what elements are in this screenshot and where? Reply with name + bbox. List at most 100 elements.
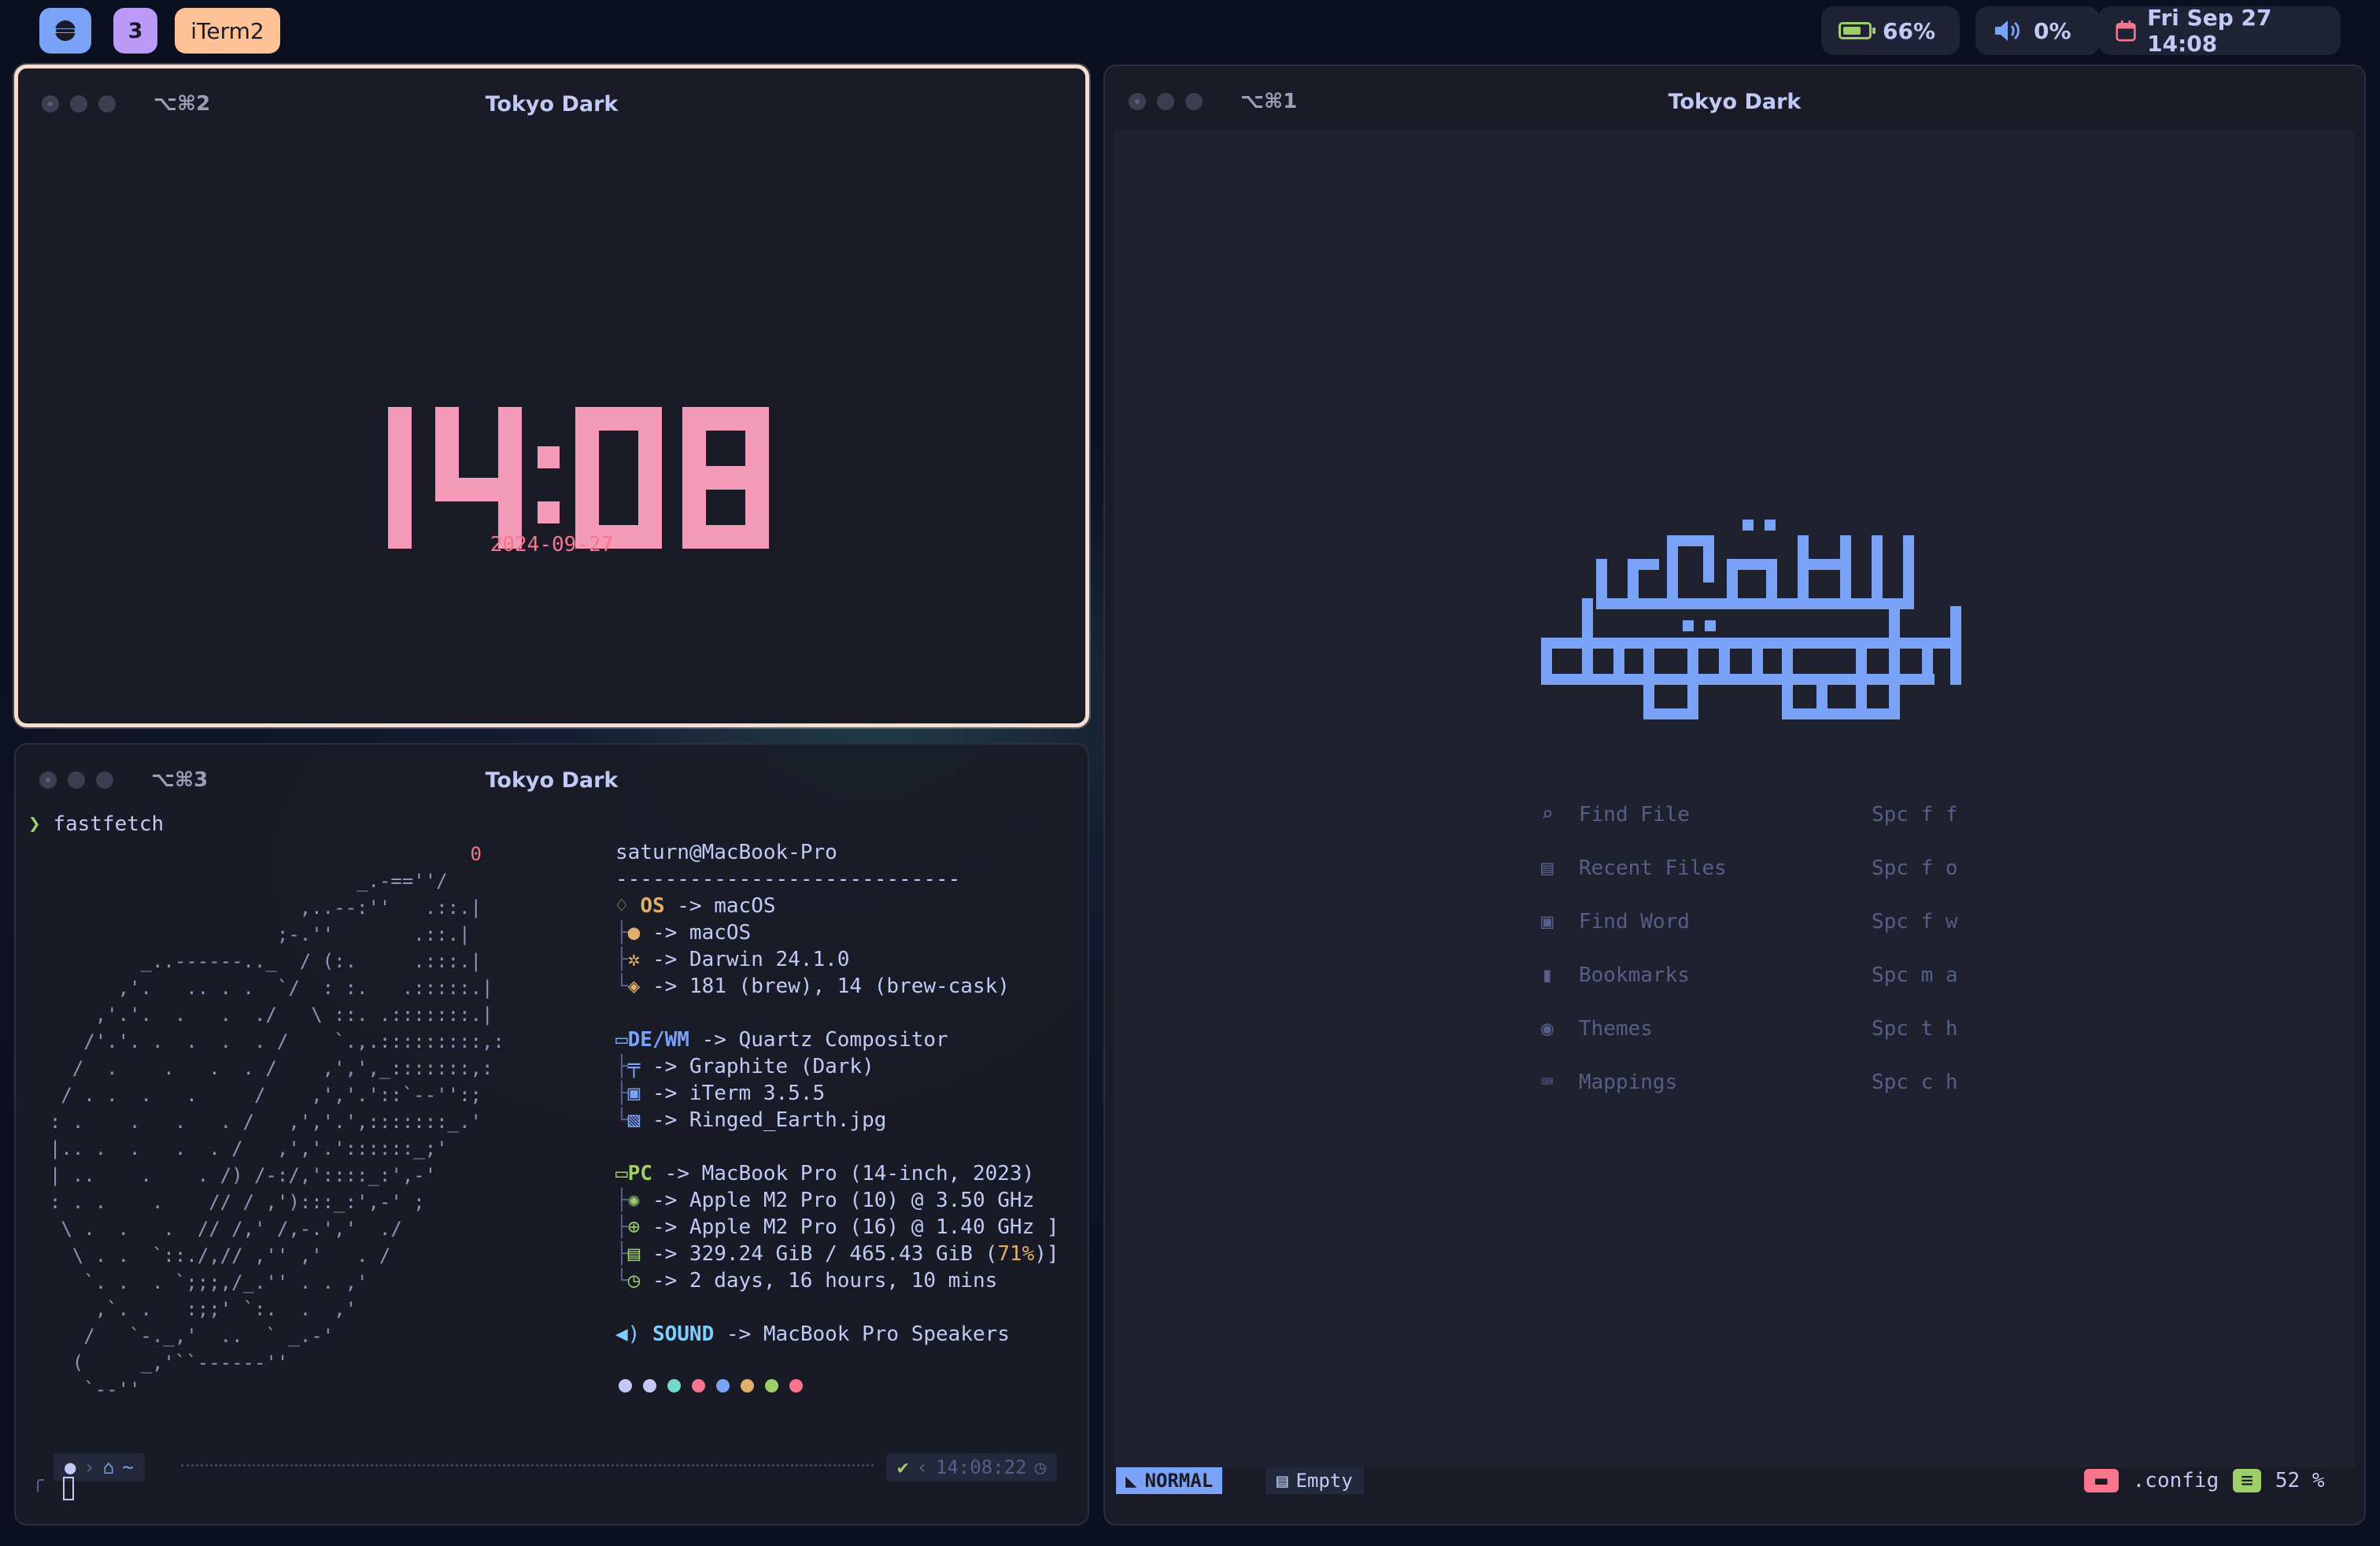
dashboard-item-key: Spc t h <box>1872 1017 1958 1041</box>
dashboard-item[interactable]: ▣ Find Word Spc f w <box>1541 910 1966 934</box>
palette-icon: ◉ <box>1541 1017 1554 1041</box>
volume-status[interactable]: 0% <box>1975 6 2100 55</box>
shell-prompt: ╭ ● › ⌂ ~ ✔ ‹ 14:08:22 ◷ <box>31 1453 1070 1500</box>
palette-dot <box>619 1379 632 1393</box>
image-icon: ▧ <box>627 1108 641 1132</box>
os-icon: ♢ <box>615 894 628 918</box>
battery-status[interactable]: 66% <box>1821 6 1960 55</box>
de-item: ├▣ -> iTerm 3.5.5 <box>615 1082 826 1105</box>
palette-dot <box>643 1379 656 1393</box>
os-row: ♢ OS -> macOS <box>615 894 776 918</box>
nvim-editor-area[interactable] <box>1114 131 2355 1469</box>
speaker-icon: ◀) <box>615 1322 641 1346</box>
buffer-indicator[interactable]: ▤ Empty <box>1266 1467 1364 1494</box>
word-icon: ▣ <box>1541 910 1554 934</box>
terminal-icon: ▣ <box>627 1082 641 1105</box>
scroll-percent: 52 % <box>2275 1469 2325 1492</box>
prompt-symbol: ❯ <box>28 812 41 836</box>
clock-icon: ◷ <box>1034 1456 1046 1478</box>
window-title: Tokyo Dark <box>485 768 619 793</box>
speaker-icon <box>1995 20 2020 41</box>
sound-row: ◀) SOUND -> MacBook Pro Speakers <box>615 1322 1010 1346</box>
dashboard-item-label: Mappings <box>1579 1071 1678 1094</box>
recent-files-icon: ▤ <box>1541 856 1554 880</box>
de-row: ▭DE/WM -> Quartz Compositor <box>615 1028 948 1052</box>
dashboard-item-key: Spc f w <box>1872 910 1958 934</box>
kufic-calligraphy-logo <box>1541 520 1961 719</box>
pc-item: └◷ -> 2 days, 16 hours, 10 mins <box>615 1269 998 1293</box>
info-separator: ---------------------------- <box>615 867 961 891</box>
de-item: └▧ -> Ringed_Earth.jpg <box>615 1108 887 1132</box>
terminal-cursor[interactable] <box>63 1477 74 1500</box>
keyboard-icon: ⌨ <box>1541 1071 1554 1094</box>
dashboard-item[interactable]: ⌕ Find File Spc f f <box>1541 803 1966 827</box>
battery-icon <box>1839 22 1876 39</box>
command-text: fastfetch <box>53 812 164 836</box>
cpu-icon: ✺ <box>627 1189 641 1212</box>
ascii-marker: 0 <box>470 843 482 865</box>
dashboard-item-label: Bookmarks <box>1579 963 1690 987</box>
terminal-window-titlebar[interactable]: ⌥⌘3 Tokyo Dark <box>16 745 1088 806</box>
pc-row: ▭PC -> MacBook Pro (14-inch, 2023) <box>615 1162 1035 1185</box>
palette-dot <box>692 1379 705 1393</box>
bookmark-icon: ▮ <box>1541 963 1554 987</box>
command-line: ❯ fastfetch <box>28 812 164 836</box>
folder-icon: ▬ <box>2084 1469 2119 1492</box>
progress-icon: ≡ <box>2233 1469 2261 1492</box>
user-host: saturn@MacBook-Pro <box>615 841 837 864</box>
palette-dot <box>741 1379 754 1393</box>
dashboard-item-key: Spc c h <box>1872 1071 1958 1094</box>
clock-icon: ◷ <box>627 1269 641 1293</box>
dashboard-item[interactable]: ◉ Themes Spc t h <box>1541 1017 1966 1041</box>
dashboard-item-label: Find File <box>1579 803 1690 827</box>
front-app-label[interactable]: iTerm2 <box>175 8 280 54</box>
search-icon: ⌕ <box>1541 803 1554 827</box>
clock-window[interactable]: ⌥⌘2 Tokyo Dark 2024-09-27 <box>14 65 1089 727</box>
volume-percent: 0% <box>2034 17 2071 44</box>
dashboard-item-key: Spc f o <box>1872 856 1958 880</box>
nvim-window-titlebar[interactable]: ⌥⌘1 Tokyo Dark <box>1105 66 2364 128</box>
laptop-icon: ▭ <box>615 1162 628 1185</box>
de-item: ├╤ -> Graphite (Dark) <box>615 1055 874 1078</box>
dashboard-item-label: Themes <box>1579 1017 1653 1041</box>
palette-dot <box>765 1379 778 1393</box>
workspace-number[interactable]: 3 <box>113 8 157 54</box>
window-title: Tokyo Dark <box>1668 90 1802 114</box>
status-ok: ✔ <box>897 1456 909 1478</box>
palette-dot <box>789 1379 803 1393</box>
window-title: Tokyo Dark <box>485 92 619 117</box>
prompt-filler <box>181 1464 874 1466</box>
os-item: ├✲ -> Darwin 24.1.0 <box>615 948 850 971</box>
file-icon: ▤ <box>1277 1470 1288 1492</box>
clock-window-titlebar[interactable]: ⌥⌘2 Tokyo Dark <box>18 68 1085 130</box>
apple-icon: ● <box>627 921 641 945</box>
disk-icon: ▤ <box>627 1242 641 1266</box>
dashboard-item-label: Find Word <box>1579 910 1690 934</box>
clock-status[interactable]: Fri Sep 27 14:08 <box>2098 5 2341 57</box>
cwd-label: .config <box>2132 1469 2219 1492</box>
home-icon: ⌂ <box>102 1456 115 1478</box>
prompt-dir: ~ <box>122 1456 134 1478</box>
dashboard-item[interactable]: ⌨ Mappings Spc c h <box>1541 1071 1966 1094</box>
gear-icon: ✲ <box>627 948 641 971</box>
menu-bar: 3 iTerm2 66% 0% Fri Sep 27 14:08 <box>0 0 2380 60</box>
vim-icon: ◣ <box>1125 1470 1137 1492</box>
prompt-time: 14:08:22 <box>935 1456 1027 1478</box>
dashboard-item[interactable]: ▮ Bookmarks Spc m a <box>1541 963 1966 987</box>
mode-indicator: ◣ NORMAL <box>1116 1467 1223 1494</box>
package-icon: ◈ <box>627 975 641 998</box>
calendar-icon <box>2116 20 2136 42</box>
nvim-statusline: ◣ NORMAL ▤ Empty ▬ .config ≡ 52 % <box>1116 1467 2363 1497</box>
datetime-label: Fri Sep 27 14:08 <box>2147 5 2272 57</box>
pc-item: ├▤ -> 329.24 GiB / 465.43 GiB (71%)] <box>615 1242 1059 1266</box>
pc-item: ├⊕ -> Apple M2 Pro (16) @ 1.40 GHz ] <box>615 1215 1059 1239</box>
os-item: └◈ -> 181 (brew), 14 (brew-cask) <box>615 975 1010 998</box>
window-icon: ▭ <box>615 1028 628 1052</box>
saturn-icon <box>51 20 79 41</box>
dashboard-item[interactable]: ▤ Recent Files Spc f o <box>1541 856 1966 880</box>
dashboard-item-key: Spc m a <box>1872 963 1958 987</box>
color-palette <box>619 1379 803 1393</box>
workspace-icon-button[interactable] <box>39 8 91 54</box>
nvim-window[interactable]: ⌥⌘1 Tokyo Dark <box>1103 65 2366 1526</box>
clock-date: 2024-09-27 <box>490 533 614 557</box>
